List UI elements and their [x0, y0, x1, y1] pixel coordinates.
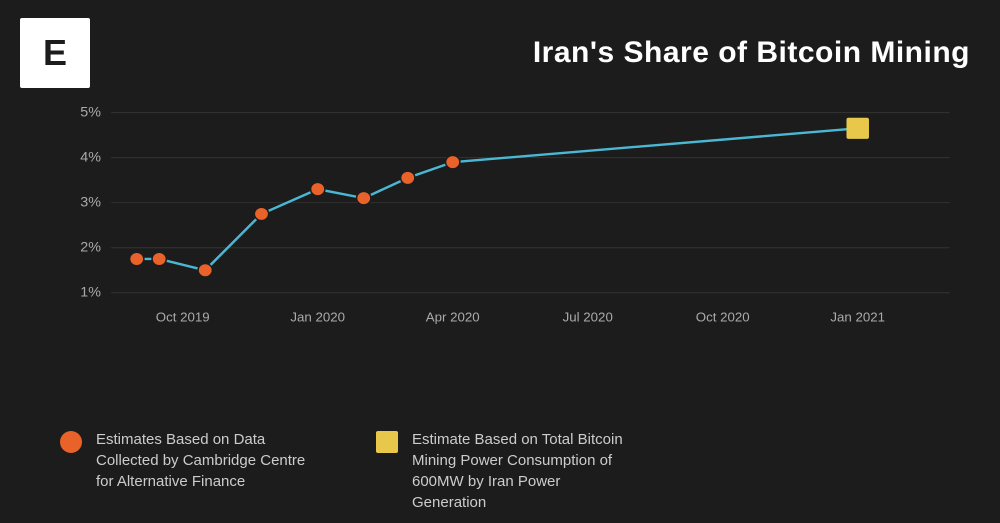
- header: E Iran's Share of Bitcoin Mining: [0, 0, 1000, 93]
- svg-text:1%: 1%: [80, 284, 101, 299]
- svg-text:3%: 3%: [80, 194, 101, 209]
- svg-text:Jan 2020: Jan 2020: [290, 310, 345, 325]
- logo-text: E: [43, 32, 67, 74]
- svg-text:4%: 4%: [80, 149, 101, 164]
- svg-text:Apr 2020: Apr 2020: [426, 310, 480, 325]
- legend-circle-icon: [60, 431, 82, 453]
- chart-wrapper: 5% 4% 3% 2% 1% Oct 2019 Jan 2020 Apr 202…: [0, 93, 1000, 411]
- legend-label-1: Estimates Based on Data Collected by Cam…: [96, 429, 316, 492]
- legend: Estimates Based on Data Collected by Cam…: [0, 411, 1000, 523]
- chart-svg: 5% 4% 3% 2% 1% Oct 2019 Jan 2020 Apr 202…: [60, 103, 960, 333]
- legend-square-icon: [376, 431, 398, 453]
- svg-text:Jul 2020: Jul 2020: [563, 310, 613, 325]
- main-container: E Iran's Share of Bitcoin Mining 5% 4% 3…: [0, 0, 1000, 523]
- legend-item-1: Estimates Based on Data Collected by Cam…: [60, 429, 316, 513]
- svg-text:Oct 2020: Oct 2020: [696, 310, 750, 325]
- title-area: Iran's Share of Bitcoin Mining: [90, 36, 970, 70]
- svg-text:Oct 2019: Oct 2019: [156, 310, 210, 325]
- svg-text:2%: 2%: [80, 239, 101, 254]
- chart-title: Iran's Share of Bitcoin Mining: [533, 36, 970, 69]
- legend-label-2: Estimate Based on Total Bitcoin Mining P…: [412, 429, 632, 513]
- legend-item-2: Estimate Based on Total Bitcoin Mining P…: [376, 429, 632, 513]
- svg-text:Jan 2021: Jan 2021: [830, 310, 885, 325]
- logo: E: [20, 18, 90, 88]
- svg-text:5%: 5%: [80, 104, 101, 119]
